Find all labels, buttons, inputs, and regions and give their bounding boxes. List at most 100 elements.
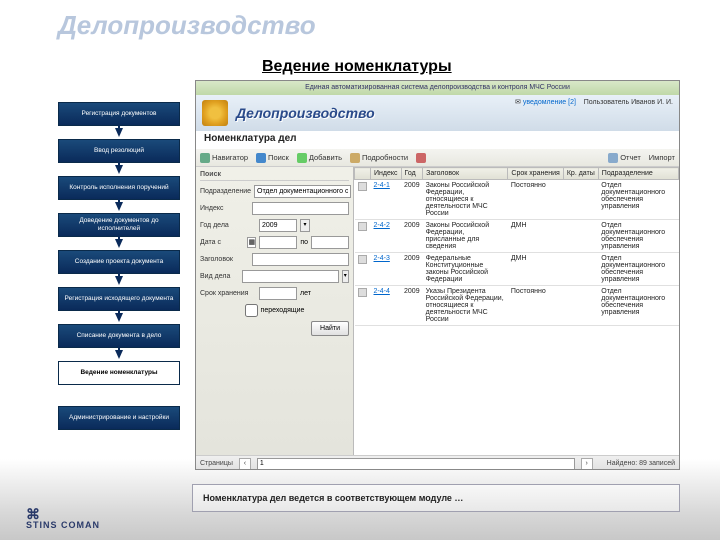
pager-next[interactable]: › [581,458,593,470]
app-logo-text: Делопроизводство [236,105,375,121]
sp-term-input[interactable] [259,287,297,300]
sp-title-input[interactable] [252,253,349,266]
sp-title-label: Заголовок [200,256,249,263]
cell-year: 2009 [401,253,423,286]
cell-year: 2009 [401,286,423,326]
col-dates[interactable]: Кр. даты [563,168,598,180]
sp-term-unit: лет [300,290,311,297]
cell-dept: Отдел документационного обеспечения упра… [598,220,678,253]
details-icon [350,153,360,163]
row-icon [358,255,367,264]
col-index[interactable]: Индекс [371,168,402,180]
footer-symbol-icon: ⌘ [26,510,100,520]
pager-prev[interactable]: ‹ [239,458,251,470]
nav-item-7[interactable]: Ведение номенклатуры [58,361,180,385]
left-nav: Регистрация документов Ввод резолюций Конт… [58,102,180,443]
cell-year: 2009 [401,180,423,220]
slide-title: Делопроизводство [58,10,316,41]
col-dept[interactable]: Подразделение [598,168,678,180]
search-icon [256,153,266,163]
tb-delete[interactable] [416,153,426,163]
notification-icon[interactable]: ✉ [515,99,523,106]
tb-import[interactable]: Импорт [649,153,675,162]
sp-transitional-check[interactable] [245,304,258,317]
app-screenshot: Единая автоматизированная система делопр… [195,80,680,470]
cell-dates [563,220,598,253]
toolbar: Навигатор Поиск Добавить Подробности Отч… [196,149,679,167]
row-icon [358,182,367,191]
nav-item-6[interactable]: Списание документа в дело [58,324,180,348]
cell-dates [563,180,598,220]
find-button[interactable]: Найти [311,321,349,336]
row-icon [358,288,367,297]
search-panel: Поиск Подразделение Индекс Год дела▾ Дат… [196,167,354,455]
notification-count[interactable]: [2] [568,99,576,106]
sp-dateto-input[interactable] [311,236,349,249]
search-panel-title: Поиск [200,171,349,181]
nav-item-5[interactable]: Регистрация исходящего документа [58,287,180,311]
user-label: Пользователь [584,99,629,106]
cell-index[interactable]: 2-4-2 [371,220,402,253]
cell-dept: Отдел документационного обеспечения упра… [598,253,678,286]
cell-index[interactable]: 2-4-4 [371,286,402,326]
nav-item-0[interactable]: Регистрация документов [58,102,180,126]
cell-term: Постоянно [508,286,563,326]
page-title: Номенклатура дел [196,131,679,149]
sp-dateto-label: по [300,239,308,246]
system-title: Единая автоматизированная система делопр… [305,81,570,95]
cell-title: Указы Президента Российской Федерации, о… [423,286,508,326]
system-bar: Единая автоматизированная система делопр… [196,81,679,95]
delete-icon [416,153,426,163]
table-row[interactable]: 2-4-12009Законы Российской Федерации, от… [355,180,679,220]
col-year[interactable]: Год [401,168,423,180]
nav-item-8[interactable]: Администрирование и настройки [58,406,180,430]
cell-title: Законы Российской Федерации, относящиеся… [423,180,508,220]
nav-item-2[interactable]: Контроль исполнения поручений [58,176,180,200]
caption-text: Номенклатура дел ведется в соответствующ… [203,493,463,503]
sp-type-input[interactable] [242,270,339,283]
col-title[interactable]: Заголовок [423,168,508,180]
nav-item-4[interactable]: Создание проекта документа [58,250,180,274]
sp-year-input[interactable] [259,219,297,232]
sp-dept-label: Подразделение [200,188,251,195]
tb-navigator[interactable]: Навигатор [200,153,248,163]
user-block: ✉ уведомление [2] Пользователь Иванов И.… [515,98,673,106]
cell-index[interactable]: 2-4-1 [371,180,402,220]
cell-title: Федеральные Конституционные законы Росси… [423,253,508,286]
found-label: Найдено: 89 записей [607,460,675,467]
navigator-icon [200,153,210,163]
sp-datefrom-input[interactable] [259,236,297,249]
results-grid: Индекс Год Заголовок Срок хранения Кр. д… [354,167,679,326]
app-header: Делопроизводство ✉ уведомление [2] Польз… [196,95,679,131]
cell-dept: Отдел документационного обеспечения упра… [598,286,678,326]
type-drop-icon[interactable]: ▾ [342,270,350,283]
table-row[interactable]: 2-4-32009Федеральные Конституционные зак… [355,253,679,286]
cell-dates [563,253,598,286]
sp-index-label: Индекс [200,205,249,212]
cell-index[interactable]: 2-4-3 [371,253,402,286]
sp-type-label: Вид дела [200,273,239,280]
nav-item-3[interactable]: Доведение документов до исполнителей [58,213,180,237]
tb-report[interactable]: Отчет [608,153,641,163]
cell-dept: Отдел документационного обеспечения упра… [598,180,678,220]
table-row[interactable]: 2-4-22009Законы Российской Федерации, пр… [355,220,679,253]
sp-index-input[interactable] [252,202,349,215]
tb-add[interactable]: Добавить [297,153,342,163]
tb-details[interactable]: Подробности [350,153,408,163]
sp-dept-input[interactable] [254,185,351,198]
status-bar: Страницы ‹ › Найдено: 89 записей [196,455,679,470]
cell-term: ДМН [508,253,563,286]
sp-year-label: Год дела [200,222,256,229]
notification-link[interactable]: уведомление [523,99,566,106]
year-drop-icon[interactable]: ▾ [300,219,310,232]
caption-bar: Номенклатура дел ведется в соответствующ… [192,484,680,512]
nav-item-1[interactable]: Ввод резолюций [58,139,180,163]
pager-current[interactable] [257,458,575,470]
col-term[interactable]: Срок хранения [508,168,563,180]
section-title: Ведение номенклатуры [262,58,452,76]
tb-search[interactable]: Поиск [256,153,289,163]
cell-term: ДМН [508,220,563,253]
user-name: Иванов И. И. [631,99,673,106]
table-row[interactable]: 2-4-42009Указы Президента Российской Фед… [355,286,679,326]
calendar-icon[interactable]: ▦ [247,237,256,248]
